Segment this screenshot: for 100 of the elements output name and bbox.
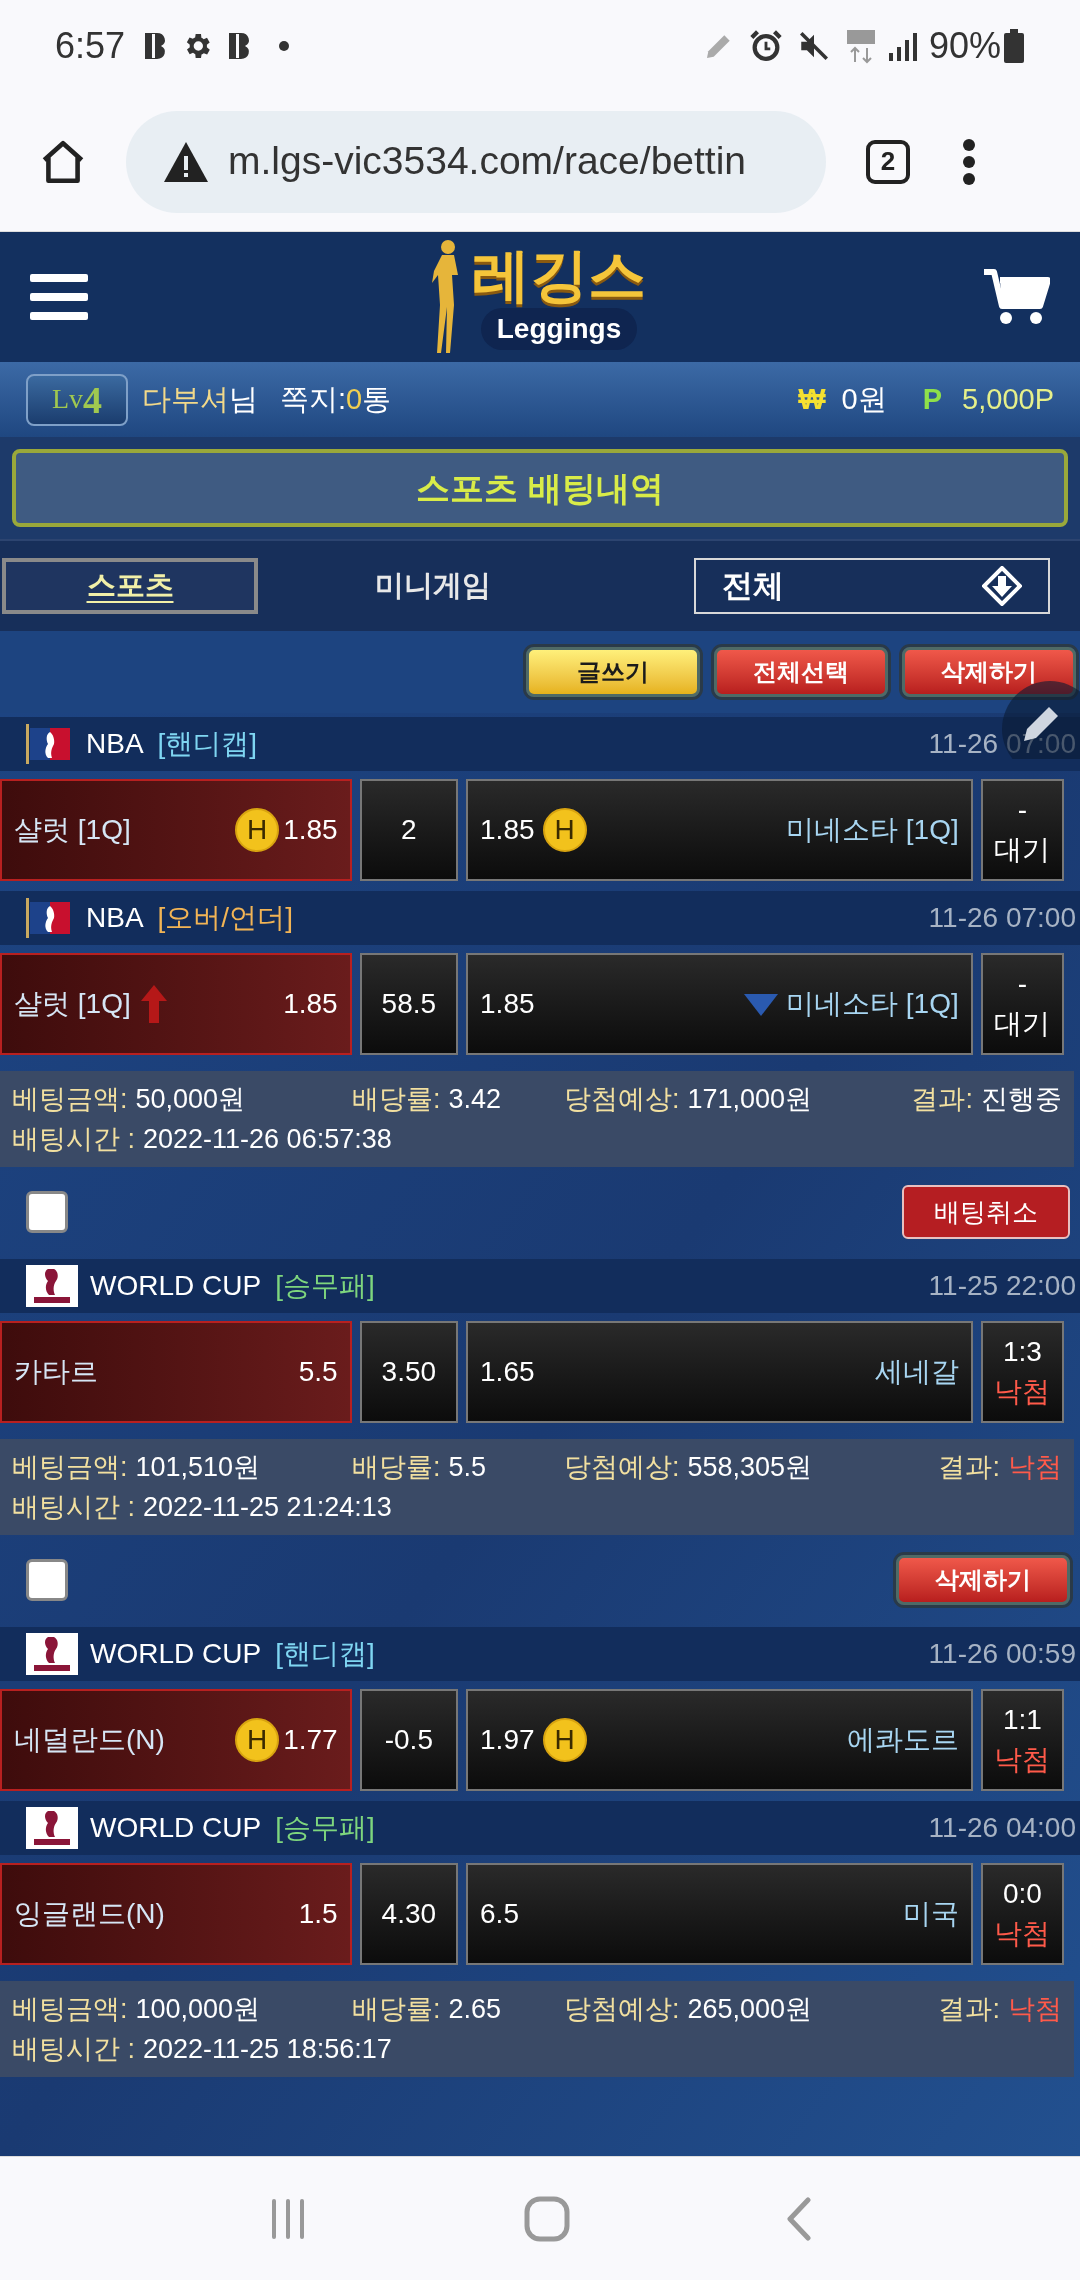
score-text: 1:3 [1002,1335,1042,1369]
signal-icon [886,31,917,61]
bet-time-label: 배팅시간 : [12,1491,135,1524]
bet-time-value: 2022-11-26 06:57:38 [143,1123,392,1156]
tab-count-button[interactable]: 2 [866,139,910,184]
delete-button[interactable]: 삭제하기 [896,1555,1070,1605]
line-cell: 2 [359,779,459,881]
handicap-badge: H [542,1718,587,1762]
checkbox[interactable] [26,1191,68,1233]
away-team-cell[interactable]: 1.65 세네갈 [466,1321,973,1423]
page-title: 스포츠 배팅내역 [12,449,1068,527]
level-badge: Lv4 [26,373,128,426]
battery-icon [1003,29,1025,63]
home-team-cell[interactable]: 샬럿 [1Q] 1.85 [0,953,352,1055]
result-text: 대기 [994,833,1051,867]
line-cell: 4.30 [359,1863,459,1965]
odds-value: 3.42 [448,1083,502,1116]
home-team-cell[interactable]: 잉글랜드(N) 1.5 [0,1863,352,1965]
line-cell: -0.5 [359,1689,459,1791]
away-team-cell[interactable]: 1.97 H 에콰도르 [466,1689,973,1791]
dot-icon [279,41,290,51]
score-text: 0:0 [1002,1877,1042,1911]
address-bar[interactable]: m.lgs-vic3534.com/race/bettin [126,110,826,213]
checkbox[interactable] [26,1559,68,1601]
league-name: WORLD CUP [90,1269,262,1303]
result-text: 낙첨 [994,1917,1051,1951]
points-icon: P [922,377,943,422]
home-team-cell[interactable]: 샬럿 [1Q] H 1.85 [0,779,352,881]
odds-value: 2.65 [448,1993,502,2026]
messages-unit: 통 [362,381,392,417]
bet-time-label: 배팅시간 : [12,1123,135,1156]
away-team-cell[interactable]: 1.85 미네소타 [1Q] [466,953,973,1055]
market-label: [승무패] [275,1811,375,1845]
league-name: WORLD CUP [90,1637,262,1671]
match-time: 11-26 04:00 [928,1811,1076,1845]
more-menu-icon[interactable] [962,137,976,186]
messages-count: 0 [346,381,363,417]
odds-label: 배당률: [352,1083,441,1116]
bet-time-value: 2022-11-25 18:56:17 [143,2033,392,2066]
messages-label: 쪽지: [280,381,347,417]
tab[interactable]: 스포츠 [2,558,258,614]
result-text: 낙첨 [994,1375,1051,1409]
bet-amount-value: 50,000원 [135,1083,246,1116]
handicap-badge: H [542,808,587,852]
odds-label: 배당률: [352,1993,441,2026]
bet-result-label: 결과: [911,1083,973,1116]
bet-amount-value: 101,510원 [135,1451,261,1484]
username: 다부셔 [142,381,229,417]
bet-amount-label: 베팅금액: [12,1451,128,1484]
honorific-text: 님 [229,381,258,417]
action-button[interactable]: 삭제하기 [902,647,1076,697]
bet-result-value: 낙첨 [1008,1451,1062,1484]
line-cell: 3.50 [359,1321,459,1423]
expected-win-label: 당첨예상: [564,1083,680,1116]
match-time: 11-26 07:00 [928,901,1076,935]
expected-win-value: 265,000원 [687,1993,813,2026]
alarm-icon [748,29,783,63]
points-amount: 5,000P [962,381,1054,417]
market-label: [핸디캡] [157,727,258,761]
away-team-cell[interactable]: 1.85 H 미네소타 [1Q] [466,779,973,881]
expected-win-value: 558,305원 [687,1451,813,1484]
market-label: [승무패] [275,1269,375,1303]
cart-icon[interactable] [984,268,1050,326]
menu-icon[interactable] [30,274,88,320]
cancel-bet-button[interactable]: 배팅취소 [902,1185,1070,1239]
home-team-cell[interactable]: 카타르 5.5 [0,1321,352,1423]
logo-text: 레깅스 [472,244,646,306]
action-button[interactable]: 전체선택 [714,647,888,697]
away-team-cell[interactable]: 6.5 미국 [466,1863,973,1965]
bet-result-label: 결과: [938,1451,1000,1484]
league-name: WORLD CUP [90,1811,262,1845]
home-button-icon[interactable] [524,2195,570,2242]
bet-result-value: 낙첨 [1008,1993,1062,2026]
dropdown-icon [982,566,1022,606]
market-label: [핸디캡] [275,1637,375,1671]
bet-time-value: 2022-11-25 21:24:13 [143,1491,392,1524]
bet-amount-value: 100,000원 [135,1993,261,2026]
score-text: - [1017,967,1028,1001]
handicap-badge: H [235,1718,280,1762]
won-icon: ₩ [798,377,826,422]
bet-amount-label: 베팅금액: [12,1993,128,2026]
league-name: NBA [86,727,144,761]
cash-amount: 0원 [841,381,887,417]
match-time: 11-26 00:59 [928,1637,1076,1671]
write-button[interactable]: 글쓰기 [526,647,700,697]
bet-amount-label: 베팅금액: [12,1083,128,1116]
odds-value: 5.5 [448,1451,487,1484]
result-text: 낙첨 [994,1743,1051,1777]
score-text: - [1017,793,1028,827]
line-cell: 58.5 [359,953,459,1055]
expected-win-value: 171,000원 [687,1083,813,1116]
tab[interactable]: 미니게임 [258,558,608,614]
result-text: 대기 [994,1007,1051,1041]
filter-dropdown[interactable]: 전체 [694,558,1050,614]
score-text: 1:1 [1002,1703,1042,1737]
bet-result-label: 결과: [938,1993,1000,2026]
home-team-cell[interactable]: 네덜란드(N) H 1.77 [0,1689,352,1791]
back-icon[interactable] [786,2196,812,2241]
match-time: 11-25 22:00 [928,1269,1076,1303]
clock-time: 6:57 [55,24,126,68]
